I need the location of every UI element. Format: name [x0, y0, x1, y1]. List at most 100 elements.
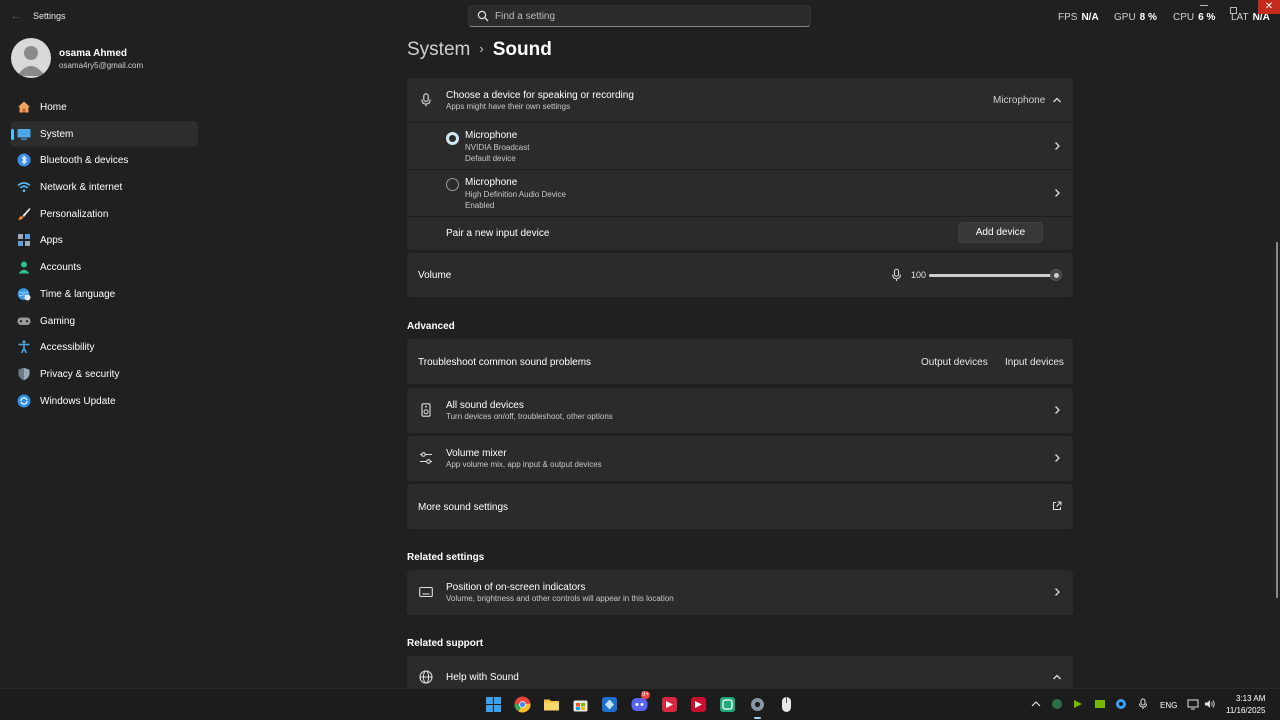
- settings-gear-icon: [751, 698, 764, 711]
- troubleshoot-card: Troubleshoot common sound problems Outpu…: [407, 339, 1073, 384]
- sidebar-item-label: Gaming: [40, 315, 76, 327]
- clock-date[interactable]: 11/16/2025: [1226, 706, 1265, 715]
- sidebar-item-privacy[interactable]: Privacy & security: [11, 361, 198, 388]
- sidebar-item-system[interactable]: System: [11, 120, 198, 148]
- accessibility-icon: [18, 340, 30, 354]
- output-devices-link[interactable]: Output devices: [921, 357, 988, 368]
- troubleshoot-label: Troubleshoot common sound problems: [418, 357, 592, 368]
- brush-icon: [18, 207, 31, 220]
- input-devices-link[interactable]: Input devices: [1005, 357, 1064, 368]
- microphone-icon[interactable]: [890, 268, 903, 282]
- more-sound-settings-row[interactable]: More sound settings: [407, 484, 1073, 529]
- breadcrumb-parent[interactable]: System: [407, 39, 470, 60]
- wifi-icon: [17, 182, 31, 193]
- input-device-item[interactable]: Microphone NVIDIA Broadcast Default devi…: [407, 123, 1073, 169]
- sidebar-item-network[interactable]: Network & internet: [11, 174, 198, 201]
- sidebar-item-label: Privacy & security: [40, 368, 120, 380]
- volume-mixer-row[interactable]: Volume mixer App volume mix, app input &…: [407, 436, 1073, 481]
- chevron-right-icon: ›: [479, 41, 484, 56]
- device-status: Default device: [465, 154, 516, 163]
- input-device-header[interactable]: Choose a device for speaking or recordin…: [407, 78, 1073, 122]
- osd-title: Position of on-screen indicators: [446, 582, 586, 593]
- sidebar-item-windows-update[interactable]: Windows Update: [11, 388, 198, 415]
- sidebar-item-label: Personalization: [40, 208, 109, 220]
- search-input[interactable]: [495, 8, 795, 24]
- device-detail: High Definition Audio Device: [465, 190, 566, 199]
- maximize-button[interactable]: [1230, 7, 1237, 14]
- person-icon: [17, 46, 45, 76]
- app-title: Settings: [33, 11, 66, 21]
- tray-app-icon[interactable]: [1072, 698, 1084, 710]
- nvidia-icon[interactable]: [1094, 698, 1106, 710]
- sidebar-item-gaming[interactable]: Gaming: [11, 308, 198, 335]
- mixer-subtitle: App volume mix, app input & output devic…: [446, 460, 602, 469]
- device-radio[interactable]: [446, 178, 459, 191]
- osd-position-row[interactable]: Position of on-screen indicators Volume,…: [407, 570, 1073, 615]
- sidebar-item-accessibility[interactable]: Accessibility: [11, 334, 198, 361]
- user-email: osama4ry5@gmail.com: [59, 61, 144, 70]
- minimize-button[interactable]: [1200, 5, 1208, 6]
- sidebar-item-label: Time & language: [40, 288, 116, 300]
- help-with-sound-row[interactable]: Help with Sound: [407, 656, 1073, 688]
- pair-device-row: Pair a new input device Add device: [407, 217, 1073, 250]
- arrow-left-icon[interactable]: ←: [9, 9, 23, 23]
- sidebar-item-personalization[interactable]: Personalization: [11, 201, 198, 228]
- app-red-icon[interactable]: [690, 696, 707, 713]
- clock-time[interactable]: 3:13 AM: [1236, 694, 1265, 703]
- sidebar-item-time-language[interactable]: Time & language: [11, 281, 198, 308]
- all-sound-devices-row[interactable]: All sound devices Turn devices on/off, t…: [407, 388, 1073, 433]
- mouse-icon[interactable]: [778, 696, 795, 713]
- tray-app-icon[interactable]: [1115, 698, 1127, 710]
- sidebar-item-apps[interactable]: Apps: [11, 227, 198, 254]
- person-icon: [18, 261, 30, 274]
- breadcrumb: System › Sound: [407, 39, 552, 61]
- app-icon[interactable]: [601, 696, 618, 713]
- volume-slider[interactable]: [929, 274, 1057, 277]
- tray-app-icon[interactable]: [1051, 698, 1063, 710]
- chevron-up-icon: [1053, 674, 1061, 680]
- device-name: Microphone: [465, 130, 518, 141]
- chevron-up-icon[interactable]: [1030, 698, 1042, 710]
- avatar[interactable]: [11, 38, 51, 78]
- title-bar: ← Settings FPSN/A GPU8 % CPU6 % LATN/A ✕: [0, 0, 1280, 32]
- sidebar-item-accounts[interactable]: Accounts: [11, 254, 198, 281]
- chevron-right-icon: [1055, 189, 1060, 197]
- search-box[interactable]: [468, 5, 811, 27]
- sidebar-item-label: Home: [40, 102, 67, 113]
- scrollbar[interactable]: [1276, 242, 1278, 598]
- sidebar-item-bluetooth[interactable]: Bluetooth & devices: [11, 147, 198, 174]
- app-green-icon[interactable]: [719, 696, 736, 713]
- mixer-title: Volume mixer: [446, 448, 507, 459]
- close-icon: ✕: [1264, 1, 1274, 12]
- language-indicator[interactable]: ENG: [1160, 701, 1177, 710]
- microphone-icon[interactable]: [1137, 698, 1149, 710]
- input-device-item[interactable]: Microphone High Definition Audio Device …: [407, 170, 1073, 216]
- file-explorer-icon[interactable]: [543, 696, 560, 713]
- sidebar-item-home[interactable]: Home: [11, 94, 198, 121]
- search-icon: [477, 10, 489, 22]
- osd-subtitle: Volume, brightness and other controls wi…: [446, 594, 674, 603]
- store-icon[interactable]: [572, 696, 589, 713]
- chevron-up-icon: [1053, 97, 1061, 103]
- gpu-readout: GPU 8 %: [1114, 12, 1157, 23]
- discord-app[interactable]: 9+: [631, 691, 650, 713]
- settings-app[interactable]: [749, 696, 766, 719]
- windows-start-icon[interactable]: [485, 696, 502, 713]
- globe-clock-icon: [17, 288, 31, 301]
- speaker-icon[interactable]: [1204, 698, 1216, 710]
- taskbar: 9+ ENG 3:13 AM 11/16/2025: [0, 688, 1280, 720]
- globe-icon: [419, 670, 433, 684]
- close-button[interactable]: ✕: [1258, 0, 1280, 14]
- device-radio[interactable]: [446, 132, 459, 145]
- input-device-card: Choose a device for speaking or recordin…: [407, 78, 1073, 250]
- app-red-icon[interactable]: [661, 696, 678, 713]
- related-settings-heading: Related settings: [407, 552, 485, 563]
- pair-device-label: Pair a new input device: [446, 228, 550, 239]
- sidebar-nav: Home System Bluetooth & devices Network …: [11, 94, 198, 414]
- chrome-icon[interactable]: [514, 696, 531, 713]
- system-icon: [17, 128, 31, 140]
- home-icon: [18, 101, 30, 113]
- slider-thumb[interactable]: [1050, 269, 1062, 281]
- network-icon[interactable]: [1187, 698, 1199, 710]
- add-device-button[interactable]: Add device: [958, 222, 1043, 243]
